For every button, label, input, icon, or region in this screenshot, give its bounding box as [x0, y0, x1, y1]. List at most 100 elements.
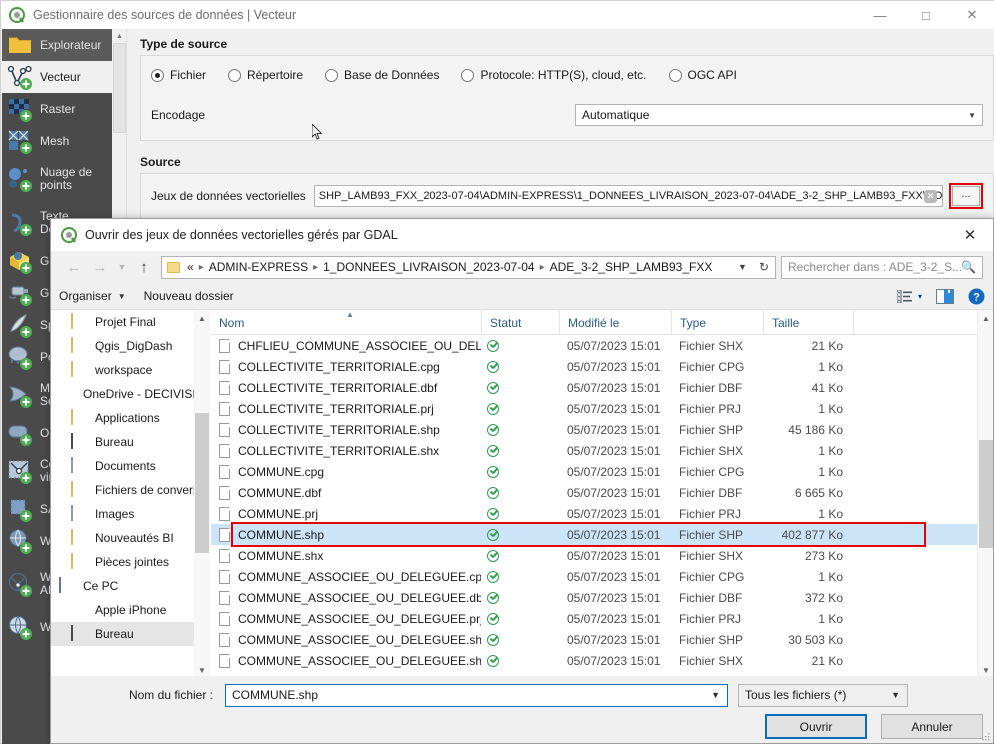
resize-grip-icon[interactable]: [981, 732, 990, 741]
column-header-nom[interactable]: ▲ Nom: [211, 310, 481, 334]
dataset-input[interactable]: SHP_LAMB93_FXX_2023-07-04\ADMIN-EXPRESS\…: [313, 185, 943, 207]
nav-item-workspace[interactable]: workspace: [51, 358, 210, 382]
breadcrumb-segment-0[interactable]: ADMIN-EXPRESS: [209, 260, 308, 274]
table-row[interactable]: COLLECTIVITE_TERRITORIALE.prj 05/07/2023 …: [211, 398, 993, 419]
open-button[interactable]: Ouvrir: [765, 714, 867, 739]
nav-item-fichiers-de-conversation[interactable]: Fichiers de conversa: [51, 478, 210, 502]
breadcrumb-segment-1[interactable]: 1_DONNEES_LIVRAISON_2023-07-04: [323, 260, 534, 274]
arrow-right-icon[interactable]: →: [87, 255, 113, 279]
column-header-statut[interactable]: Statut: [481, 310, 559, 334]
nav-item-qgis-digdash[interactable]: Qgis_DigDash: [51, 334, 210, 358]
radio-indicator[interactable]: [228, 68, 242, 82]
nav-item-nouveautes-bi[interactable]: Nouveautés BI: [51, 526, 210, 550]
scrollbar-thumb[interactable]: [979, 440, 993, 548]
file-list-pane[interactable]: ▲ Nom Statut Modifié le Type Taille CHFL…: [211, 310, 993, 678]
nav-item-documents[interactable]: Documents: [51, 454, 210, 478]
nav-item-onedrive-decivisio[interactable]: OneDrive - DECIVISIO: [51, 382, 210, 406]
sidebar-item-mesh[interactable]: Mesh: [2, 125, 112, 157]
help-icon[interactable]: ?: [968, 288, 985, 305]
table-row[interactable]: COLLECTIVITE_TERRITORIALE.shp 05/07/2023 …: [211, 419, 993, 440]
chevron-down-icon[interactable]: ▼: [732, 262, 753, 272]
arrow-left-icon[interactable]: ←: [61, 255, 87, 279]
radio-base-de-donnees[interactable]: Base de Données: [325, 68, 439, 82]
maximize-button[interactable]: □: [903, 1, 949, 29]
chevron-down-icon[interactable]: ▼: [891, 690, 900, 700]
new-folder-button[interactable]: Nouveau dossier: [144, 289, 234, 303]
navigation-pane-scrollbar[interactable]: ▲ ▼: [194, 310, 210, 678]
radio-ogc-api[interactable]: OGC API: [668, 68, 737, 82]
radio-indicator[interactable]: [151, 68, 164, 82]
file-icon: [219, 632, 230, 647]
table-row[interactable]: COMMUNE.shx 05/07/2023 15:01 Fichier SHX 27…: [211, 545, 993, 566]
radio-indicator[interactable]: [325, 68, 339, 82]
browse-button[interactable]: ...: [952, 186, 980, 206]
sidebar-item-vecteur[interactable]: Vecteur: [2, 61, 112, 93]
table-row[interactable]: COMMUNE.dbf 05/07/2023 15:01 Fichier DBF 6 …: [211, 482, 993, 503]
source-type-radio-group[interactable]: Fichier Répertoire Base de Données Proto…: [151, 68, 983, 82]
sidebar-item-explorateur[interactable]: Explorateur: [2, 29, 112, 61]
table-row[interactable]: COLLECTIVITE_TERRITORIALE.dbf 05/07/2023 …: [211, 377, 993, 398]
breadcrumb-segment-2[interactable]: ADE_3-2_SHP_LAMB93_FXX: [550, 260, 713, 274]
table-row[interactable]: COMMUNE_ASSOCIEE_OU_DELEGUEE.prj 05/07/20…: [211, 608, 993, 629]
nav-item-images[interactable]: Images: [51, 502, 210, 526]
column-header-type[interactable]: Type: [671, 310, 763, 334]
scrollbar-thumb[interactable]: [113, 43, 126, 133]
table-row[interactable]: COMMUNE.shp 05/07/2023 15:01 Fichier SHP 40…: [211, 524, 993, 545]
table-row[interactable]: COMMUNE.cpg 05/07/2023 15:01 Fichier CPG 1 …: [211, 461, 993, 482]
view-mode-button[interactable]: ▾: [896, 289, 922, 303]
close-button[interactable]: ✕: [949, 1, 994, 29]
nav-item-pieces-jointes[interactable]: Pièces jointes: [51, 550, 210, 574]
nav-item-bureau-onedrive[interactable]: Bureau: [51, 430, 210, 454]
nav-item-projet-final[interactable]: Projet Final: [51, 310, 210, 334]
file-type-filter-select[interactable]: Tous les fichiers (*) ▼: [738, 683, 908, 707]
sidebar-item-raster[interactable]: Raster: [2, 93, 112, 125]
radio-indicator[interactable]: [668, 68, 682, 82]
sidebar-item-nuage-de-points[interactable]: Nuage de points: [2, 157, 112, 201]
encoding-select[interactable]: Automatique ▼: [575, 104, 983, 126]
arrow-up-icon[interactable]: ↑: [131, 255, 157, 279]
table-row[interactable]: COMMUNE_ASSOCIEE_OU_DELEGUEE.shp 05/07/20…: [211, 629, 993, 650]
scroll-up-icon[interactable]: ▲: [112, 29, 127, 43]
clear-icon[interactable]: ✕: [924, 190, 937, 203]
file-list-rows[interactable]: CHFLIEU_COMMUNE_ASSOCIEE_OU_DEL... 05/07/…: [211, 335, 993, 678]
preview-pane-icon[interactable]: [936, 288, 954, 304]
table-row[interactable]: CHFLIEU_COMMUNE_ASSOCIEE_OU_DEL... 05/07/…: [211, 335, 993, 356]
cancel-button[interactable]: Annuler: [881, 714, 983, 739]
chevron-down-icon[interactable]: ▾: [918, 292, 922, 301]
chevron-down-icon[interactable]: ▼: [113, 255, 131, 279]
breadcrumb[interactable]: « ▸ ADMIN-EXPRESS ▸ 1_DONNEES_LIVRAISON_…: [161, 255, 776, 279]
nav-item-bureau-ce-pc[interactable]: Bureau: [51, 622, 210, 646]
radio-indicator[interactable]: [461, 68, 475, 82]
table-row[interactable]: COLLECTIVITE_TERRITORIALE.shx 05/07/2023 …: [211, 440, 993, 461]
scrollbar-thumb[interactable]: [195, 413, 209, 553]
table-row[interactable]: COMMUNE_ASSOCIEE_OU_DELEGUEE.dbf 05/07/20…: [211, 587, 993, 608]
scroll-up-icon[interactable]: ▲: [978, 310, 993, 326]
scroll-up-icon[interactable]: ▲: [194, 310, 210, 326]
minimize-button[interactable]: —: [857, 1, 903, 29]
nav-item-apple-iphone[interactable]: Apple iPhone: [51, 598, 210, 622]
refresh-icon[interactable]: ↻: [755, 260, 773, 274]
chevron-down-icon[interactable]: ▼: [118, 292, 126, 301]
search-input[interactable]: Rechercher dans : ADE_3-2_S... 🔍: [781, 255, 983, 279]
file-list-scrollbar[interactable]: ▲ ▼: [977, 310, 993, 678]
table-row[interactable]: COMMUNE_ASSOCIEE_OU_DELEGUEE.shx 05/07/20…: [211, 650, 993, 671]
table-row[interactable]: COMMUNE_ASSOCIEE_OU_DELEGUEE.cpg 05/07/20…: [211, 566, 993, 587]
chevron-down-icon[interactable]: ▼: [968, 111, 976, 120]
column-header-modifie-le[interactable]: Modifié le: [559, 310, 671, 334]
filename-input[interactable]: COMMUNE.shp ▼: [225, 683, 728, 707]
radio-protocole[interactable]: Protocole: HTTP(S), cloud, etc.: [461, 68, 647, 82]
close-icon[interactable]: ✕: [947, 219, 993, 251]
table-row[interactable]: COLLECTIVITE_TERRITORIALE.cpg 05/07/2023 …: [211, 356, 993, 377]
radio-repertoire[interactable]: Répertoire: [228, 68, 303, 82]
table-row[interactable]: COMMUNE.prj 05/07/2023 15:01 Fichier PRJ 1 …: [211, 503, 993, 524]
cell-modified: 05/07/2023 15:01: [567, 443, 661, 458]
column-header-taille[interactable]: Taille: [763, 310, 853, 334]
organize-button[interactable]: Organiser ▼: [59, 289, 126, 303]
search-icon[interactable]: 🔍: [961, 260, 976, 274]
chevron-down-icon[interactable]: ▼: [711, 690, 720, 700]
nav-item-applications[interactable]: Applications: [51, 406, 210, 430]
navigation-pane[interactable]: Projet Final Qgis_DigDash workspace OneD…: [51, 310, 211, 678]
nav-item-ce-pc[interactable]: Ce PC: [51, 574, 210, 598]
radio-fichier[interactable]: Fichier: [151, 68, 206, 82]
cell-type: Fichier DBF: [679, 380, 743, 395]
